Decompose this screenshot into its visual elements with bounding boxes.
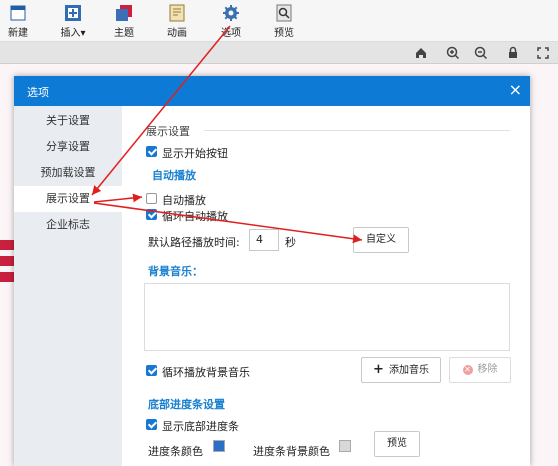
animation-label: 动画 [167,28,187,39]
remove-label: 移除 [477,364,498,375]
theme-button[interactable]: 主题 [112,2,136,40]
options-button[interactable]: 选项 [219,2,243,40]
preview-button[interactable]: 预览 [272,2,296,40]
dialog-title: 选项 [27,86,49,99]
music-list[interactable] [144,283,510,351]
options-dialog: 选项 × 关于设置 分享设置 预加载设置 展示设置 企业标志 展示设置 显示开始… [14,76,530,466]
show-progress-checkbox[interactable] [146,419,157,430]
custom-button[interactable]: 自定义 [353,227,409,253]
show-start-button-label: 显示开始按钮 [162,147,228,160]
progress-color-picker[interactable] [213,440,225,452]
sidebar-item-display[interactable]: 展示设置 [14,186,122,212]
show-start-button-checkbox[interactable] [146,146,157,157]
progress-color-label: 进度条颜色 [148,445,203,458]
section-title: 展示设置 [146,125,190,138]
loop-autoplay-label: 循环自动播放 [162,210,228,223]
sidebar-item-preload[interactable]: 预加载设置 [14,160,122,186]
section-divider [204,130,510,131]
options-gear-icon [223,5,239,21]
progress-bg-color-picker[interactable] [339,440,351,452]
new-button[interactable]: 新建 [6,2,30,40]
sidebar-item-about[interactable]: 关于设置 [14,108,122,134]
bgm-title: 背景音乐： [148,265,203,278]
new-icon [10,5,26,21]
add-music-label: 添加音乐 [388,365,429,376]
autoplay-checkbox[interactable] [146,193,157,204]
new-label: 新建 [8,28,28,39]
plus-icon: + [373,362,384,377]
expand-icon[interactable] [536,46,550,60]
lock-icon[interactable] [506,46,520,60]
close-icon[interactable]: × [509,81,522,99]
options-sidebar: 关于设置 分享设置 预加载设置 展示设置 企业标志 [14,106,122,466]
main-toolbar: 新建 插入▾ 主题 动画 选项 预览 [0,0,558,42]
preview-icon [276,4,292,22]
remove-icon: ✕ [462,365,473,375]
progress-preview-button[interactable]: 预览 [374,431,420,457]
autoplay-title: 自动播放 [152,169,196,182]
loop-bgm-checkbox[interactable] [146,365,157,376]
insert-button[interactable]: 插入▾ [58,2,88,40]
dialog-header: 选项 × [14,76,530,106]
insert-label: 插入 [60,28,81,39]
insert-icon [65,5,81,21]
options-label: 选项 [221,28,241,39]
default-interval-label: 默认路径播放时间: [148,236,240,249]
sidebar-item-logo[interactable]: 企业标志 [14,212,122,238]
sidebar-item-share[interactable]: 分享设置 [14,134,122,160]
add-music-button[interactable]: + 添加音乐 [361,357,441,383]
home-icon[interactable] [414,46,428,60]
loop-bgm-label: 循环播放背景音乐 [162,366,250,379]
theme-label: 主题 [114,28,134,39]
canvas-decoration [0,272,14,282]
interval-seconds-input[interactable]: 4 [249,229,279,251]
progress-bg-color-label: 进度条背景颜色 [253,445,330,458]
preview-label: 预览 [274,28,294,39]
canvas-decoration [0,240,14,250]
animation-icon [169,4,185,22]
loop-autoplay-checkbox[interactable] [146,209,157,220]
display-settings-panel: 展示设置 显示开始按钮 自动播放 自动播放 循环自动播放 默认路径播放时间: 4… [122,106,530,466]
view-toolbar [0,42,558,64]
theme-icon [116,5,132,21]
animation-button[interactable]: 动画 [165,2,189,40]
progress-title: 底部进度条设置 [148,398,225,411]
remove-button[interactable]: ✕ 移除 [449,357,511,383]
show-progress-label: 显示底部进度条 [162,420,239,433]
canvas-decoration [0,256,14,266]
seconds-unit: 秒 [285,236,296,249]
autoplay-label: 自动播放 [162,194,206,207]
zoom-out-icon[interactable] [474,46,488,60]
chevron-down-icon: ▾ [80,28,86,39]
zoom-in-icon[interactable] [446,46,460,60]
